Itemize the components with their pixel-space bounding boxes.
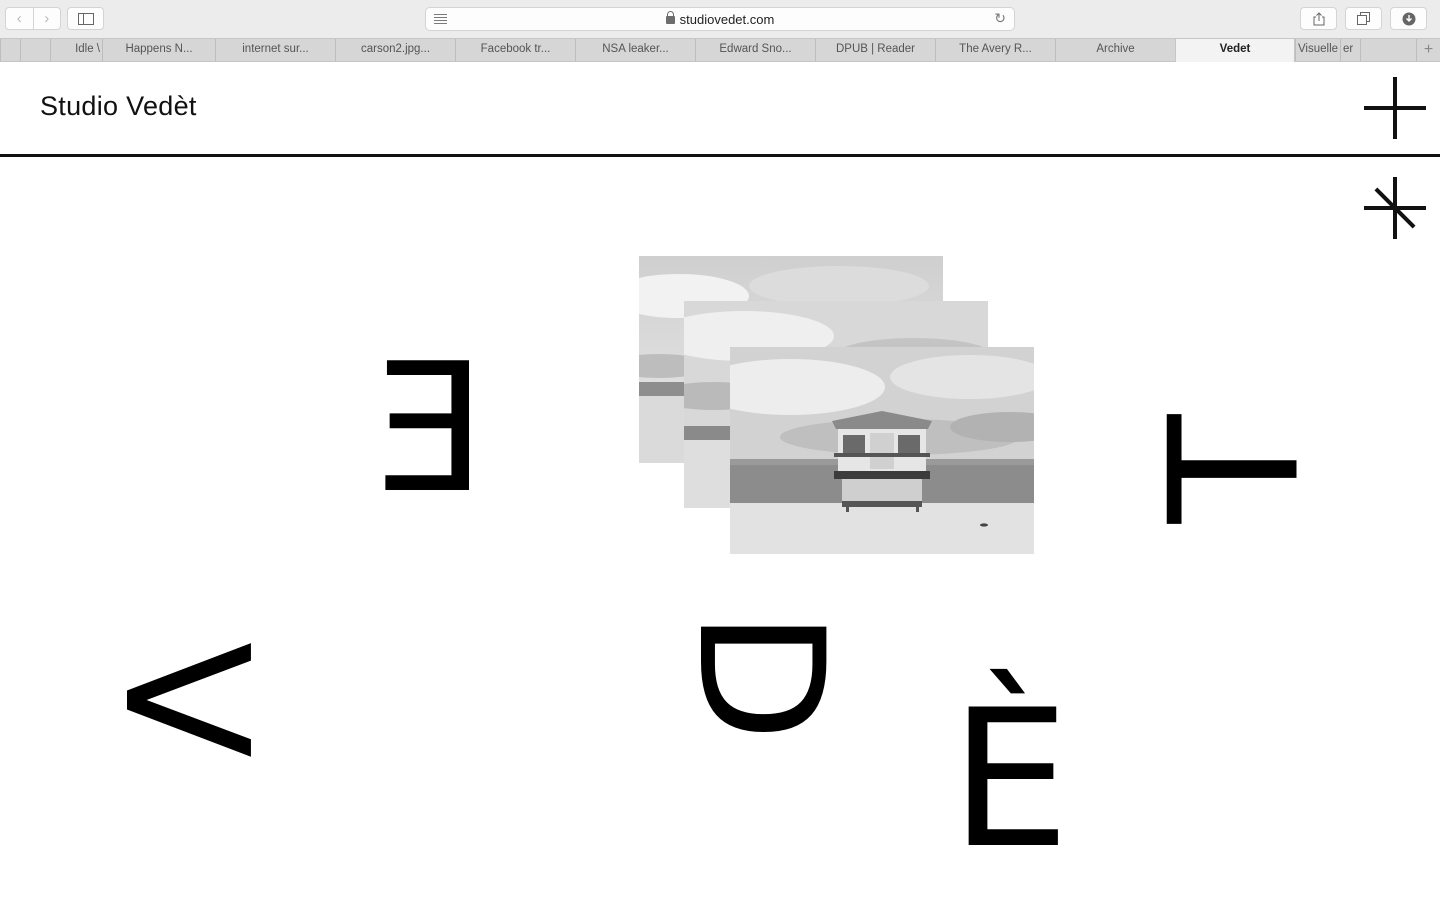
lock-icon	[665, 11, 675, 24]
header-divider	[0, 154, 1440, 157]
tab-edward[interactable]: Edward Sno...	[695, 39, 815, 61]
nav-buttons: ‹ ›	[5, 7, 61, 30]
download-icon	[1402, 12, 1415, 25]
back-icon[interactable]: ‹	[6, 8, 33, 29]
tab-overflow[interactable]: er	[1340, 39, 1360, 61]
tab-nsa[interactable]: NSA leaker...	[575, 39, 695, 61]
tab-idle[interactable]: Idle \	[50, 39, 102, 61]
share-icon	[1313, 11, 1324, 25]
new-tab-button[interactable]: +	[1416, 39, 1440, 61]
tab-visuelle[interactable]: Visuelle	[1295, 39, 1340, 61]
tab-pinned-2[interactable]	[20, 39, 50, 61]
tab-overview-button[interactable]	[1345, 7, 1382, 30]
tab-carson[interactable]: carson2.jpg...	[335, 39, 455, 61]
tab-dpub[interactable]: DPUB | Reader	[815, 39, 935, 61]
address-bar[interactable]: studiovedet.com ↻	[425, 7, 1015, 31]
letter-d-rotated: D	[660, 609, 861, 743]
share-button[interactable]	[1300, 7, 1337, 30]
tab-pinned-1[interactable]	[0, 39, 20, 61]
downloads-button[interactable]	[1390, 7, 1427, 30]
tab-bar: Idle \ Happens N... internet sur... cars…	[0, 38, 1440, 62]
forward-icon[interactable]: ›	[32, 8, 61, 29]
tab-avery[interactable]: The Avery R...	[935, 39, 1055, 61]
url-text: studiovedet.com	[679, 12, 775, 27]
tab-archive[interactable]: Archive	[1055, 39, 1175, 61]
site-title[interactable]: Studio Vedèt	[40, 91, 197, 122]
asterisk-icon[interactable]	[1364, 177, 1426, 239]
tab-internet[interactable]: internet sur...	[215, 39, 335, 61]
tabs-icon	[1357, 12, 1370, 25]
tab-empty	[1360, 39, 1416, 61]
tab-happens[interactable]: Happens N...	[102, 39, 215, 61]
letter-v-rotated: V	[86, 641, 284, 759]
sidebar-toggle-button[interactable]	[67, 7, 104, 30]
letter-e-mirrored: E	[374, 325, 487, 532]
sidebar-icon	[77, 12, 94, 25]
site-header: Studio Vedèt	[0, 62, 1440, 154]
browser-toolbar: ‹ › studiovedet.com ↻	[0, 0, 1440, 38]
reload-icon[interactable]: ↻	[994, 10, 1006, 27]
letter-t-rotated: T	[1131, 414, 1339, 524]
plus-icon[interactable]	[1364, 77, 1426, 139]
tab-facebook[interactable]: Facebook tr...	[455, 39, 575, 61]
tab-vedet[interactable]: Vedet	[1175, 39, 1295, 62]
letter-e-grave: È	[950, 669, 1071, 890]
beach-photo-3-lifeguard-tower[interactable]	[730, 347, 1034, 554]
